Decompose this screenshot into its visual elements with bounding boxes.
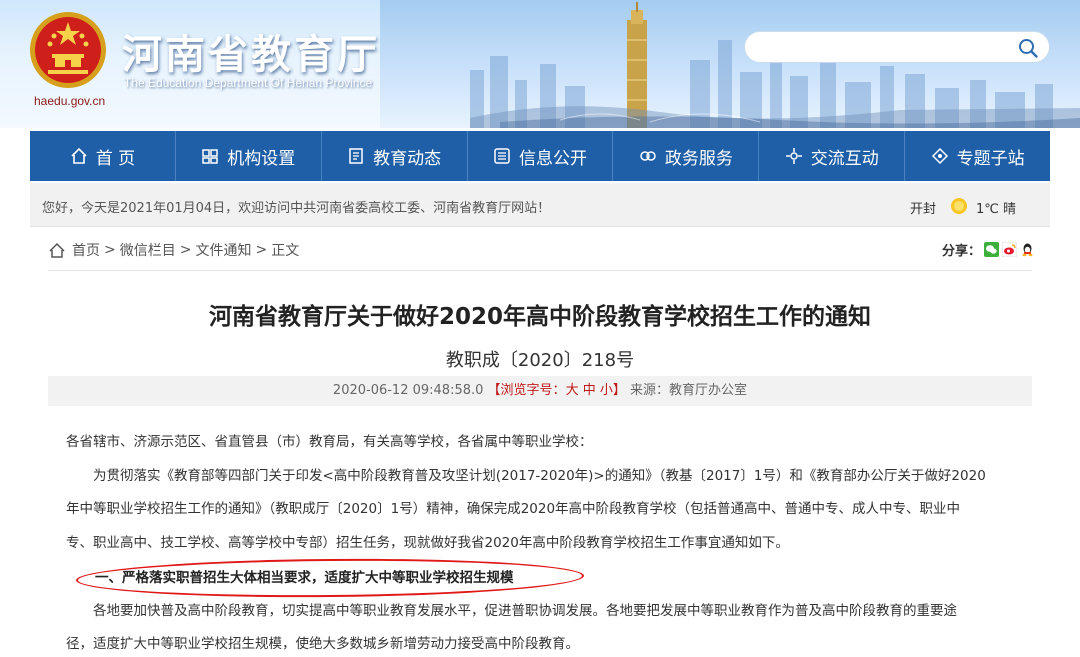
article-paragraph-line: 专、职业高中、技工学校、高等学校中专部）招生任务，现就做好我省2020年高中阶段…: [66, 535, 789, 551]
site-domain: haedu.gov.cn: [34, 94, 106, 108]
document-number: 教职成〔2020〕218号: [445, 350, 635, 371]
nav-item-interaction[interactable]: 交流互动: [759, 131, 906, 181]
article-meta-bar: 2020-06-12 09:48:58.0 【浏览字号：大 中 小】 来源：教育…: [48, 376, 1032, 406]
article-paragraph-line: 径，适度扩大中等职业学校招生规模，使绝大多数城乡新增劳动力接受高中阶段教育。: [66, 636, 579, 652]
breadcrumb-separator: >: [255, 242, 268, 258]
breadcrumb-divider: [48, 270, 1032, 271]
article-salutation: 各省辖市、济源示范区、省直管县（市）教育局，有关高等学校，各省属中等职业学校：: [66, 434, 593, 450]
nav-item-info-disclosure[interactable]: 信息公开: [468, 131, 614, 181]
nav-item-label: 信息公开: [519, 148, 587, 169]
article-paragraph-line: 年中等职业学校招生工作的通知》（教职成厅〔2020〕1号）精神，确保完成2020…: [66, 501, 961, 517]
article-paragraph-line: 各地要加快普及高中阶段教育，切实提高中等职业教育发展水平，促进普职协调发展。各地…: [93, 603, 957, 619]
org-chart-icon: [202, 149, 219, 164]
font-size-large-button[interactable]: 大: [566, 383, 579, 398]
font-size-selector: 【浏览字号：大 中 小】: [488, 383, 626, 398]
share-label: 分享：: [942, 244, 982, 259]
topic-icon: [931, 147, 948, 165]
breadcrumb-wechat-column-link[interactable]: 微信栏目: [120, 240, 176, 260]
home-icon: [49, 242, 65, 258]
welcome-message: 您好，今天是2021年01月04日，欢迎访问中共河南省委高校工委、河南省教育厅网…: [42, 201, 551, 216]
breadcrumb-separator: >: [179, 242, 192, 258]
publish-datetime: 2020-06-12 09:48:58.0: [332, 383, 484, 398]
nav-item-education-news[interactable]: 教育动态: [322, 131, 468, 181]
article-source: 来源：教育厅办公室: [630, 383, 748, 398]
nav-item-label: 交流互动: [810, 148, 879, 169]
home-icon: [71, 147, 87, 164]
site-header: haedu.gov.cn 河南省教育厅 The Education Depart…: [0, 0, 1080, 128]
notice-icon: [494, 148, 510, 164]
breadcrumb-home-link[interactable]: 首页: [72, 240, 100, 260]
service-icon: [640, 151, 656, 161]
search-icon[interactable]: [1017, 37, 1039, 59]
breadcrumb-separator: >: [104, 242, 116, 258]
nav-item-government-services[interactable]: 政务服务: [613, 131, 760, 181]
font-size-close: 】: [612, 383, 626, 398]
weather-temperature: 1℃ 晴: [976, 202, 1017, 217]
nav-item-label: 专题子站: [956, 148, 1025, 169]
nav-item-organization[interactable]: 机构设置: [176, 131, 322, 181]
interaction-icon: [785, 148, 802, 164]
share-bar: 分享：: [942, 240, 1036, 259]
highlight-ellipse-annotation: [75, 556, 585, 600]
nav-item-label: 政务服务: [664, 148, 733, 169]
search-input[interactable]: [759, 32, 1019, 62]
article-title: 河南省教育厅关于做好2020年高中阶段教育学校招生工作的通知: [208, 304, 871, 330]
article-paragraph-line: 为贯彻落实《教育部等四部门关于印发<高中阶段教育普及攻坚计划(2017-2020…: [93, 468, 986, 484]
national-emblem-icon: [30, 12, 106, 88]
nav-item-special-topics[interactable]: 专题子站: [905, 131, 1050, 181]
breadcrumb-current: 正文: [271, 243, 300, 259]
wechat-share-icon[interactable]: [984, 242, 1000, 257]
weather-city: 开封: [910, 202, 937, 217]
nav-item-label: 首 页: [95, 148, 136, 169]
sunny-weather-icon: [951, 198, 967, 214]
font-size-small-button[interactable]: 小: [600, 383, 613, 398]
font-size-medium-button[interactable]: 中: [583, 383, 596, 398]
breadcrumb: 首页 > 微信栏目 > 文件通知 > 正文: [48, 240, 303, 260]
breadcrumb-notices-link[interactable]: 文件通知: [195, 240, 251, 260]
nav-item-label: 教育动态: [373, 148, 442, 169]
site-subtitle: The Education Department Of Henan Provin…: [124, 76, 373, 90]
qq-share-icon[interactable]: [1020, 242, 1036, 257]
nav-item-label: 机构设置: [227, 148, 296, 169]
site-title: 河南省教育厅: [122, 32, 380, 78]
nav-item-home[interactable]: 首 页: [30, 131, 176, 181]
weibo-share-icon[interactable]: [1002, 242, 1018, 257]
main-nav: 首 页 机构设置 教育动态 信息公开 政务服务 交流互动 专题子站: [30, 131, 1050, 181]
welcome-bar: 您好，今天是2021年01月04日，欢迎访问中共河南省委高校工委、河南省教育厅网…: [30, 183, 1050, 227]
font-size-open: 【浏览字号：: [487, 383, 566, 398]
search-box: [744, 31, 1050, 63]
document-icon: [349, 148, 363, 164]
